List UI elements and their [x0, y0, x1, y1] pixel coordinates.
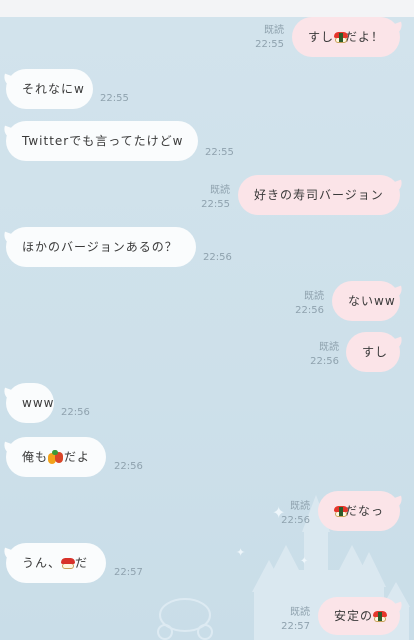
message-text: うん、	[22, 556, 62, 570]
message-text: 安定の	[334, 609, 374, 623]
read-receipt: 既読	[264, 25, 284, 36]
message-text: だよ！	[344, 30, 384, 44]
message-text: ないww	[348, 294, 396, 308]
message-time: 22:55	[100, 93, 129, 104]
message-time: 22:56	[310, 356, 339, 367]
message-time: 22:56	[281, 515, 310, 526]
sparkle-icon: ✦	[300, 556, 309, 567]
sushi-emoji-icon	[334, 31, 349, 43]
message-text: それなにw	[22, 82, 85, 96]
message-text: ほかのバージョンあるの？	[22, 240, 178, 254]
message-time: 22:56	[61, 407, 90, 418]
message-bubble-incoming[interactable]: うん、 だ	[6, 543, 106, 583]
sushi-emoji-icon	[334, 505, 348, 517]
message-text: www	[22, 396, 55, 410]
message-text: だなっ	[344, 504, 384, 518]
read-receipt: 既読	[319, 342, 339, 353]
message-bubble-incoming[interactable]: 俺も だよ	[6, 437, 106, 477]
sushi-emoji-icon	[373, 610, 388, 622]
message-bubble-outgoing[interactable]: すし	[346, 332, 400, 372]
message-bubble-incoming[interactable]: Twitterでも言ってたけどw	[6, 121, 198, 161]
message-text: だよ	[63, 450, 90, 464]
message-time: 22:56	[203, 252, 232, 263]
message-bubble-outgoing[interactable]: すし だよ！	[292, 17, 400, 57]
read-receipt: 既読	[290, 501, 310, 512]
message-text: すし	[308, 30, 335, 44]
message-time: 22:56	[295, 305, 324, 316]
chat-area[interactable]: ✦ ✦ ✦ 既読 22:55 すし だよ！ それなにw 22:55 Twitte…	[0, 17, 414, 640]
sushi-roll-emoji-icon	[61, 557, 76, 569]
message-text: 俺も	[22, 450, 49, 464]
message-bubble-outgoing[interactable]: 安定の	[318, 597, 400, 635]
message-time: 22:57	[114, 567, 143, 578]
read-receipt: 既読	[210, 185, 230, 196]
message-bubble-outgoing[interactable]: 好きの寿司バージョン	[238, 175, 400, 215]
vegetables-emoji-icon	[48, 450, 64, 464]
message-time: 22:56	[114, 461, 143, 472]
message-text: だ	[75, 556, 89, 570]
message-time: 22:55	[255, 39, 284, 50]
message-bubble-outgoing[interactable]: ないww	[332, 281, 400, 321]
message-bubble-incoming[interactable]: www	[6, 383, 54, 423]
message-bubble-incoming[interactable]: ほかのバージョンあるの？	[6, 227, 196, 267]
message-time: 22:57	[281, 621, 310, 632]
message-bubble-incoming[interactable]: それなにw	[6, 69, 93, 109]
read-receipt: 既読	[290, 607, 310, 618]
coach-illustration	[157, 598, 213, 640]
message-text: 好きの寿司バージョン	[254, 188, 384, 202]
message-bubble-outgoing[interactable]: だなっ	[318, 491, 400, 531]
message-text: すし	[362, 345, 389, 359]
message-time: 22:55	[201, 199, 230, 210]
sparkle-icon: ✦	[236, 546, 246, 559]
message-text: Twitterでも言ってたけどw	[22, 134, 184, 148]
message-time: 22:55	[205, 147, 234, 158]
read-receipt: 既読	[304, 291, 324, 302]
top-bar	[0, 0, 414, 17]
